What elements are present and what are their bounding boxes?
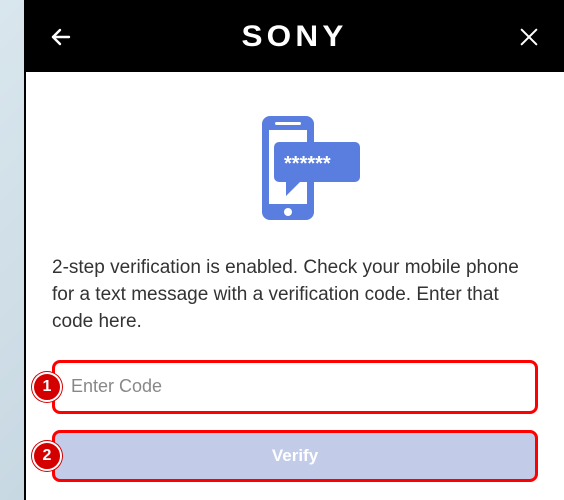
svg-text:******: ****** [284, 153, 331, 175]
background-sliver [0, 0, 24, 500]
phone-sms-code-icon: ****** [220, 108, 370, 233]
verify-button-wrap: 2 Verify [52, 430, 538, 482]
code-field-wrap: 1 [52, 360, 538, 414]
back-icon[interactable] [48, 24, 74, 50]
header-bar: SONY [26, 2, 564, 72]
instruction-text: 2-step verification is enabled. Check yo… [52, 255, 538, 336]
brand-logo: SONY [242, 20, 348, 54]
verify-button-label: Verify [272, 446, 318, 466]
close-icon[interactable] [516, 24, 542, 50]
code-input[interactable] [52, 360, 538, 414]
annotation-step-1: 1 [32, 372, 62, 402]
main-content: ****** 2-step verification is enabled. C… [26, 72, 564, 500]
verify-button[interactable]: Verify [52, 430, 538, 482]
annotation-step-2: 2 [32, 441, 62, 471]
app-frame: SONY ****** 2-step verification is enab [24, 0, 564, 500]
